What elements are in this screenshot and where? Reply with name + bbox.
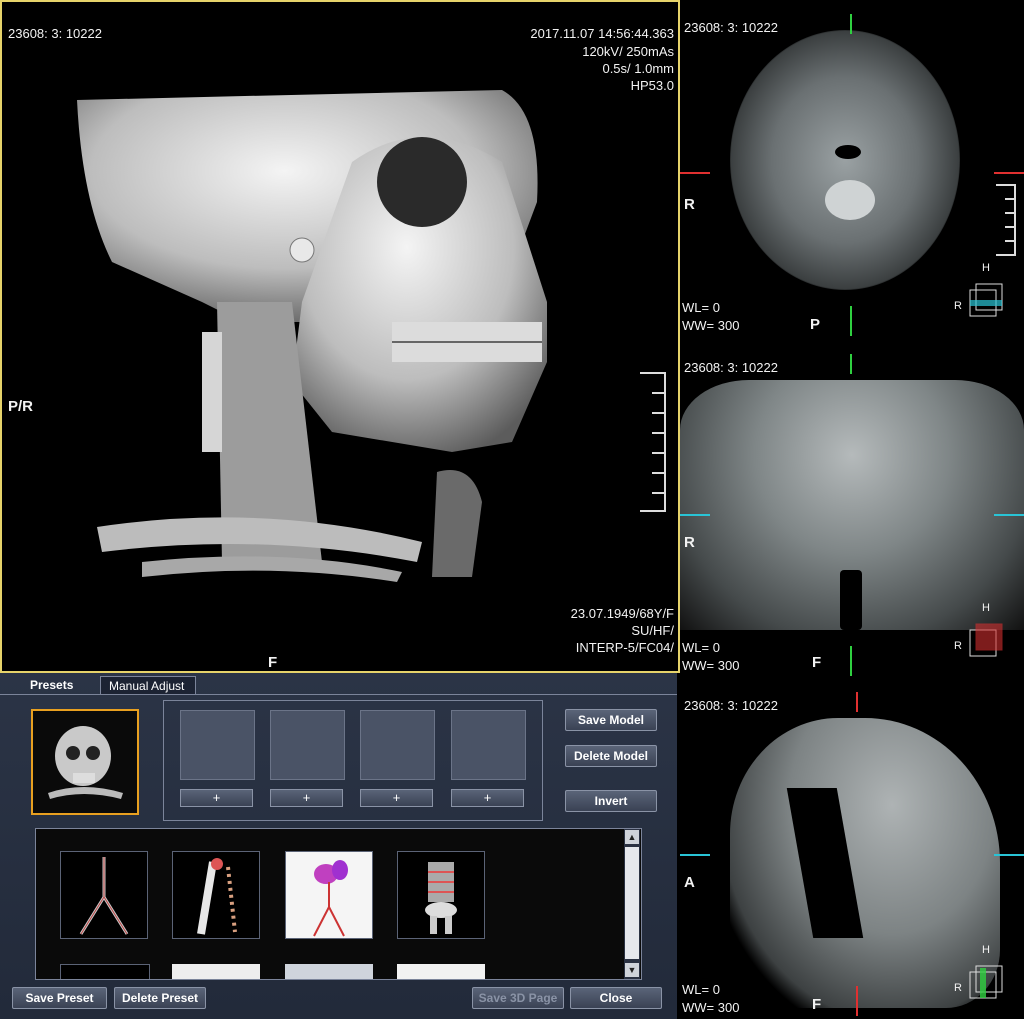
airway-shape	[835, 145, 861, 159]
orientation-bottom-label: F	[268, 654, 278, 671]
sagittal-view[interactable]: 23608: 3: 10222 A F WL= 0 WW= 300 H R	[680, 678, 1024, 1019]
tab-divider	[0, 694, 677, 695]
add-model-button-3[interactable]: +	[360, 789, 433, 807]
airway-shape	[840, 570, 862, 630]
preset-row-2-thumb[interactable]	[397, 964, 485, 979]
series-id: 23608: 3: 10222	[684, 20, 778, 35]
axial-scan-image	[730, 30, 960, 290]
contrast-vessel-preset-icon[interactable]	[285, 851, 373, 939]
cyan-crosshair-marker-icon[interactable]	[994, 854, 1024, 856]
cyan-crosshair-marker-icon[interactable]	[994, 514, 1024, 516]
cube-head-label: H	[982, 262, 990, 274]
orientation-left-label: P/R	[8, 398, 34, 415]
delete-preset-button[interactable]: Delete Preset	[114, 987, 206, 1009]
window-width: WW= 300	[682, 658, 740, 673]
save-3d-page-button[interactable]: Save 3D Page	[472, 987, 564, 1009]
tab-presets[interactable]: Presets	[22, 676, 81, 694]
red-crosshair-marker-icon[interactable]	[994, 172, 1024, 174]
tube-settings: 120kV/ 250mAs	[582, 44, 674, 59]
model-slot-4[interactable]	[451, 710, 526, 780]
cube-right-label: R	[954, 640, 962, 652]
cube-right-label: R	[954, 982, 962, 994]
red-crosshair-marker-icon[interactable]	[856, 692, 858, 712]
orientation-bottom-label: P	[810, 316, 821, 333]
coronal-view[interactable]: 23608: 3: 10222 R F WL= 0 WW= 300 H R	[680, 340, 1024, 676]
save-preset-button[interactable]: Save Preset	[12, 987, 107, 1009]
preset-row-2-thumb[interactable]	[285, 964, 373, 979]
window-level: WL= 0	[682, 982, 720, 997]
vessel-preset-icon[interactable]	[60, 851, 148, 939]
gallery-scrollbar[interactable]: ▲ ▼	[624, 829, 640, 979]
delete-model-button[interactable]: Delete Model	[565, 745, 657, 767]
orientation-bottom-label: F	[812, 654, 822, 671]
preset-row-2-thumb[interactable]	[60, 964, 150, 979]
window-width: WW= 300	[682, 318, 740, 333]
green-crosshair-marker-icon[interactable]	[850, 14, 852, 34]
window-level: WL= 0	[682, 640, 720, 655]
patient-dob-age-sex: 23.07.1949/68Y/F	[570, 606, 674, 621]
cube-head-label: H	[982, 944, 990, 956]
cube-head-label: H	[982, 602, 990, 614]
cyan-crosshair-marker-icon[interactable]	[680, 514, 710, 516]
series-id: 23608: 3: 10222	[8, 26, 102, 41]
preset-gallery[interactable]: ▲ ▼	[35, 828, 642, 980]
save-model-button[interactable]: Save Model	[565, 709, 657, 731]
scroll-up-button[interactable]: ▲	[625, 830, 639, 844]
close-button[interactable]: Close	[570, 987, 662, 1009]
tab-manual-adjust[interactable]: Manual Adjust	[100, 676, 196, 694]
bone-preset-icon[interactable]	[397, 851, 485, 939]
add-model-button-4[interactable]: +	[451, 789, 524, 807]
model-slot-3[interactable]	[360, 710, 435, 780]
series-id: 23608: 3: 10222	[684, 360, 778, 375]
acquisition-datetime: 2017.11.07 14:56:44.363	[530, 26, 674, 41]
scale-ruler	[996, 184, 1016, 256]
scroll-down-button[interactable]: ▼	[625, 963, 639, 977]
scale-ruler	[640, 372, 666, 512]
volume-render-view[interactable]: 23608: 3: 10222 2017.11.07 14:56:44.363 …	[0, 0, 680, 673]
skeleton-vessel-preset-icon[interactable]	[172, 851, 260, 939]
hp-value: HP53.0	[630, 78, 674, 93]
selected-preset-thumbnail[interactable]	[31, 709, 139, 815]
green-crosshair-marker-icon[interactable]	[850, 646, 852, 676]
orientation-left-label: A	[684, 874, 695, 891]
series-id: 23608: 3: 10222	[684, 698, 778, 713]
model-slot-1[interactable]	[180, 710, 255, 780]
model-slot-2[interactable]	[270, 710, 345, 780]
orientation-left-label: R	[684, 196, 695, 213]
axial-view[interactable]: 23608: 3: 10222 R P WL= 0 WW= 300 H R	[680, 0, 1024, 338]
green-crosshair-marker-icon[interactable]	[850, 306, 852, 336]
green-crosshair-marker-icon[interactable]	[850, 354, 852, 374]
cyan-crosshair-marker-icon[interactable]	[680, 854, 710, 856]
vertebra-shape	[825, 180, 875, 220]
orientation-cube-icon[interactable]	[966, 620, 1006, 660]
reconstruction-info: INTERP-5/FC04/	[575, 640, 674, 655]
add-model-button-1[interactable]: +	[180, 789, 253, 807]
preset-row-2-thumb[interactable]	[172, 964, 260, 979]
window-width: WW= 300	[682, 1000, 740, 1015]
preset-control-panel: Presets Manual Adjust + + + + Save Model…	[0, 673, 677, 1019]
add-model-button-2[interactable]: +	[270, 789, 343, 807]
scroll-thumb[interactable]	[625, 847, 639, 959]
orientation-cube-icon[interactable]	[966, 280, 1006, 320]
window-level: WL= 0	[682, 300, 720, 315]
slice-settings: 0.5s/ 1.0mm	[602, 61, 674, 76]
red-crosshair-marker-icon[interactable]	[856, 986, 858, 1016]
orientation-cube-icon[interactable]	[966, 962, 1006, 1002]
orientation-bottom-label: F	[812, 996, 822, 1013]
sagittal-scan-image	[730, 718, 1000, 1008]
invert-button[interactable]: Invert	[565, 790, 657, 812]
red-crosshair-marker-icon[interactable]	[680, 172, 710, 174]
patient-position: SU/HF/	[631, 623, 674, 638]
orientation-left-label: R	[684, 534, 695, 551]
skull-thumbnail-icon	[48, 726, 123, 799]
cube-right-label: R	[954, 300, 962, 312]
skull-3d-render	[77, 90, 547, 582]
